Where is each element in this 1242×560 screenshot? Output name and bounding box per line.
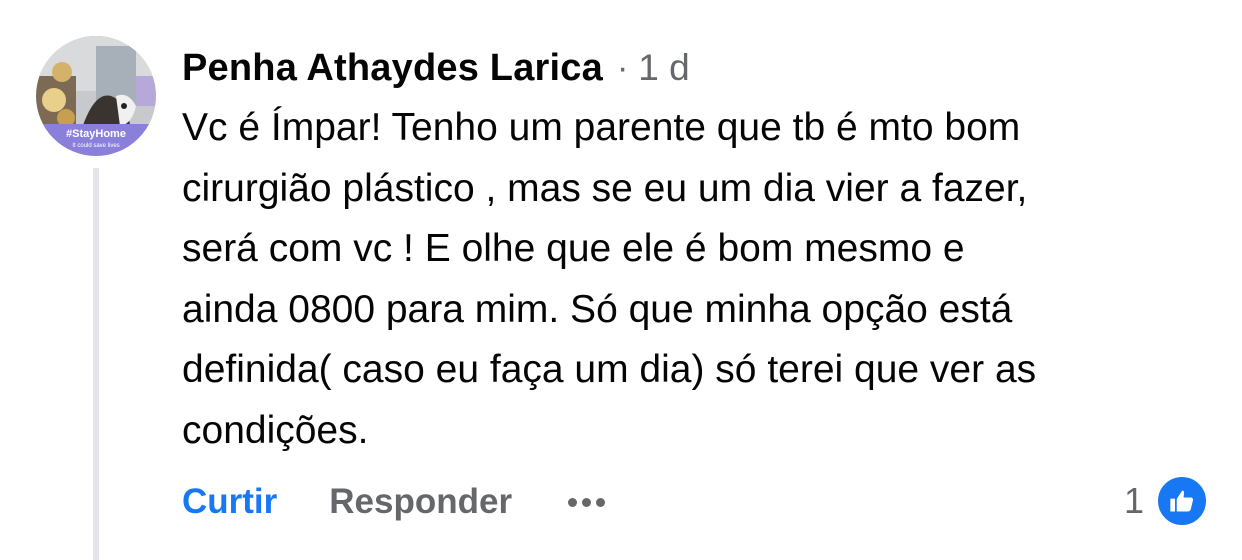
reaction-count: 1 bbox=[1123, 480, 1144, 521]
more-dot bbox=[582, 497, 592, 507]
comment-header: Penha Athaydes Larica · 1 d bbox=[182, 38, 690, 98]
avatar-badge-subtext: It could save lives bbox=[72, 143, 119, 149]
more-dot bbox=[568, 497, 578, 507]
separator-dot: · bbox=[616, 48, 629, 87]
like-button[interactable]: Curtir bbox=[182, 482, 277, 522]
more-dot bbox=[596, 497, 606, 507]
comment: #StayHome It could save lives Penha Atha… bbox=[0, 0, 1242, 560]
author-name[interactable]: Penha Athaydes Larica bbox=[182, 47, 603, 90]
thread-line bbox=[93, 168, 99, 560]
comment-actions: Curtir Responder bbox=[182, 476, 606, 528]
more-horizontal-icon[interactable] bbox=[568, 497, 606, 507]
avatar[interactable]: #StayHome It could save lives bbox=[36, 36, 156, 156]
avatar-image: #StayHome It could save lives bbox=[36, 36, 156, 156]
reply-button[interactable]: Responder bbox=[329, 482, 512, 522]
avatar-badge-text: #StayHome bbox=[66, 128, 126, 140]
comment-timestamp[interactable]: 1 d bbox=[638, 47, 689, 89]
reactions-summary[interactable]: 1 bbox=[1124, 474, 1208, 528]
thumbs-up-icon bbox=[1156, 475, 1208, 527]
comment-text: Vc é Ímpar! Tenho um parente que tb é mt… bbox=[182, 106, 1037, 452]
